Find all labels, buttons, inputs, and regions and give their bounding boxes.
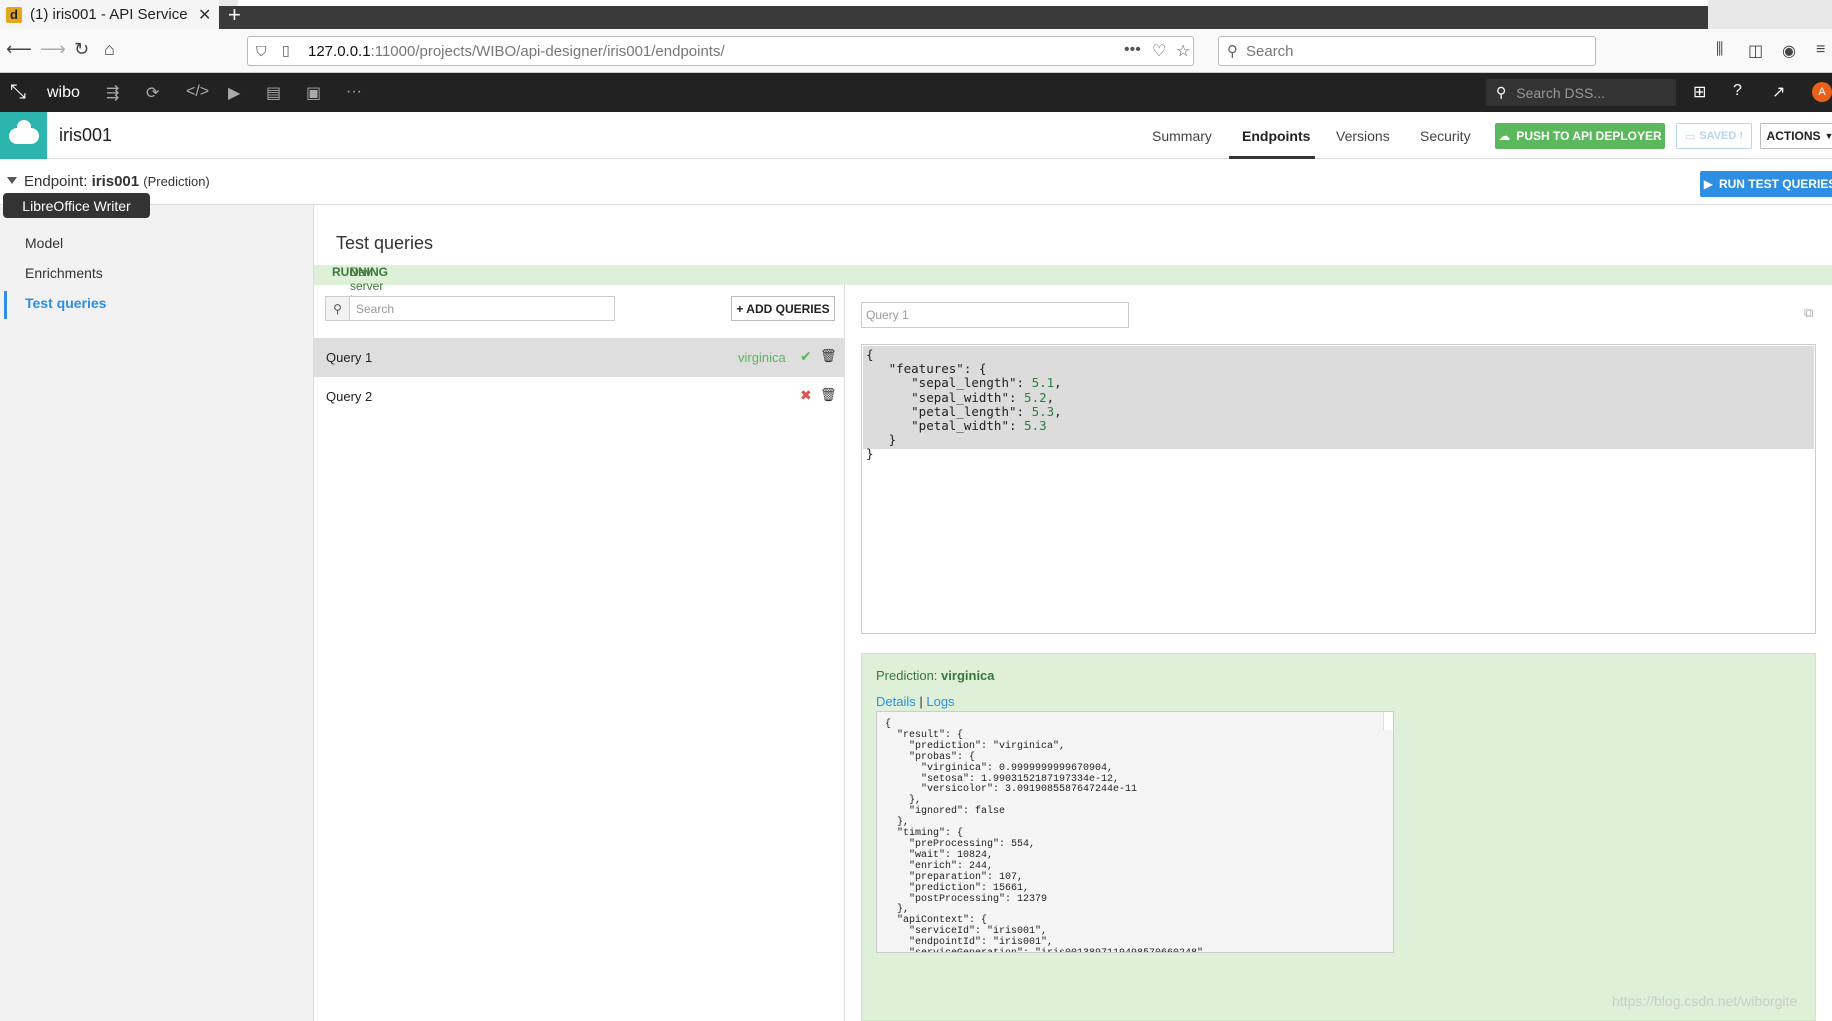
recipes-icon[interactable]: ⟳ [146,83,159,103]
menu-icon[interactable]: ≡ [1816,41,1825,59]
active-item-indicator [4,291,7,319]
new-tab-icon[interactable]: + [228,2,241,28]
sidebar-item-enrichments[interactable]: Enrichments [25,265,103,281]
test-queries-panel: Test queries Dev server is RUNNING ⚲ Sea… [314,215,1832,1021]
apps-grid-icon[interactable]: ⊞ [1693,82,1706,102]
trash-icon[interactable]: 🗑 [820,387,837,403]
dataiku-favicon-icon: d [6,6,22,23]
back-icon[interactable]: ⟵ [6,39,32,60]
search-icon: ⚲ [326,297,350,320]
library-icon[interactable]: ⫼ [1716,41,1723,59]
account-icon[interactable]: ◉ [1782,41,1796,61]
dss-search-placeholder: Search DSS... [1516,84,1605,101]
scrollbar[interactable] [1383,712,1393,730]
dev-server-status-bar: Dev server is RUNNING [314,265,1832,307]
endpoint-title[interactable]: Endpoint: iris001 (Prediction) [24,173,210,190]
copy-icon[interactable]: ⧉ [1804,305,1813,321]
dss-top-nav: ⤡ wibo ⇶ ⟳ </> ▶ ▤ ▣ ··· ⚲ Search DSS...… [0,73,1832,112]
result-links: Details | Logs [876,694,955,709]
saved-button[interactable]: ▭ SAVED ! [1676,123,1752,149]
tabbar-background [190,6,1708,29]
query-search-input[interactable]: ⚲ Search [325,296,615,321]
watermark: https://blog.csdn.net/wiborgite [1612,993,1798,1009]
editor-code: { "features": { "sepal_length": 5.1, "se… [866,347,1062,462]
project-name[interactable]: wibo [47,84,80,102]
forward-icon[interactable]: ⟶ [40,39,66,60]
result-json-box: { "result": { "prediction": "virginica",… [876,711,1394,953]
more-actions-icon[interactable]: ••• [1124,41,1141,59]
bundle-icon[interactable]: ▤ [266,83,281,103]
logs-link[interactable]: Logs [926,694,954,709]
query-list: ⚲ Search + ADD QUERIES Query 1 virginica… [314,285,845,1021]
sidebar-item-model[interactable]: Model [25,235,63,251]
dashboard-icon[interactable]: ▣ [306,83,321,103]
run-test-queries-button[interactable]: ▶ RUN TEST QUERIES [1700,171,1832,197]
prediction-result-panel: Prediction: virginica Details | Logs { "… [861,653,1816,1021]
tab-summary[interactable]: Summary [1152,128,1212,144]
trash-icon[interactable]: 🗑 [820,348,837,364]
query-name: Query 1 [326,350,373,365]
help-icon[interactable]: ? [1733,82,1742,100]
query-name: Query 2 [326,389,373,404]
play-icon: ▶ [1703,177,1713,191]
endpoint-bar: Endpoint: iris001 (Prediction) ▶ RUN TES… [0,159,1832,205]
more-icon[interactable]: ··· [346,83,362,101]
details-link[interactable]: Details [876,694,916,709]
endpoint-sidebar: Model Enrichments Test queries [0,205,314,1021]
caret-down-icon: ▼ [1824,131,1832,141]
browser-tab[interactable]: d (1) iris001 - API Service ✕ [0,0,219,29]
browser-tab-bar: d (1) iris001 - API Service ✕ + [0,0,1832,29]
push-to-api-deployer-button[interactable]: ☁ PUSH TO API DEPLOYER [1495,123,1665,149]
url-bar[interactable]: ⛉ ▯ 127.0.0.1:11000/projects/WIBO/api-de… [247,36,1194,66]
home-icon[interactable]: ⌂ [104,39,115,60]
search-icon: ⚲ [1227,43,1238,60]
close-tab-icon[interactable]: ✕ [198,5,211,25]
cloud-upload-icon: ☁ [1498,129,1511,143]
browser-nav-bar: ⟵ ⟶ ↻ ⌂ ⛉ ▯ 127.0.0.1:11000/projects/WIB… [0,29,1832,73]
check-icon: ✔ [800,348,812,364]
service-name: iris001 [59,125,113,145]
query-editor-panel: Query 1 ⧉ { "features": { "sepal_length"… [845,285,1832,1021]
api-service-header: iris001 Summary Endpoints Versions Secur… [0,112,1832,159]
code-icon[interactable]: </> [186,83,209,101]
collapse-triangle-icon[interactable] [7,177,17,184]
avatar[interactable]: A [1812,82,1832,102]
sidebar-icon[interactable]: ◫ [1748,41,1763,61]
query-json-editor[interactable]: { "features": { "sepal_length": 5.1, "se… [861,344,1816,634]
tab-endpoints[interactable]: Endpoints [1242,128,1310,144]
page-title: Test queries [336,233,434,253]
error-x-icon: ✖ [800,387,812,403]
reload-icon[interactable]: ↻ [74,39,89,60]
tooltip: LibreOffice Writer [3,193,150,218]
tab-security[interactable]: Security [1420,128,1471,144]
list-item[interactable]: Query 1 virginica ✔ 🗑 [314,338,845,377]
page-info-icon[interactable]: ▯ [282,42,290,59]
save-icon: ▭ [1684,130,1696,143]
dss-search-input[interactable]: ⚲ Search DSS... [1486,79,1676,106]
dataiku-bird-logo-icon[interactable]: ⤡ [10,81,26,104]
sidebar-item-test-queries[interactable]: Test queries [25,295,106,311]
url-text: 127.0.0.1:11000/projects/WIBO/api-design… [308,42,725,60]
tab-versions[interactable]: Versions [1336,128,1390,144]
run-icon[interactable]: ▶ [228,83,240,103]
prediction-label: Prediction: virginica [876,668,995,683]
browser-search-placeholder: Search [1246,42,1294,60]
bookmark-star-icon[interactable]: ☆ [1176,41,1190,61]
activity-chart-icon[interactable]: ↗ [1772,82,1785,102]
shield-icon[interactable]: ⛉ [256,43,267,60]
cloud-icon [0,112,47,159]
tab-title: (1) iris001 - API Service [30,6,188,23]
flow-icon[interactable]: ⇶ [106,83,119,103]
list-item[interactable]: Query 2 ✖ 🗑 [314,377,845,416]
query-prediction: virginica [738,350,786,365]
result-json: { "result": { "prediction": "virginica",… [885,719,1203,952]
search-icon: ⚲ [1496,84,1507,100]
actions-dropdown-button[interactable]: ACTIONS ▼ [1760,123,1832,149]
pocket-icon[interactable]: ♡ [1152,41,1166,61]
add-queries-button[interactable]: + ADD QUERIES [731,296,835,321]
browser-search-bar[interactable]: ⚲ Search [1218,36,1596,66]
query-name-input[interactable]: Query 1 [861,302,1129,328]
